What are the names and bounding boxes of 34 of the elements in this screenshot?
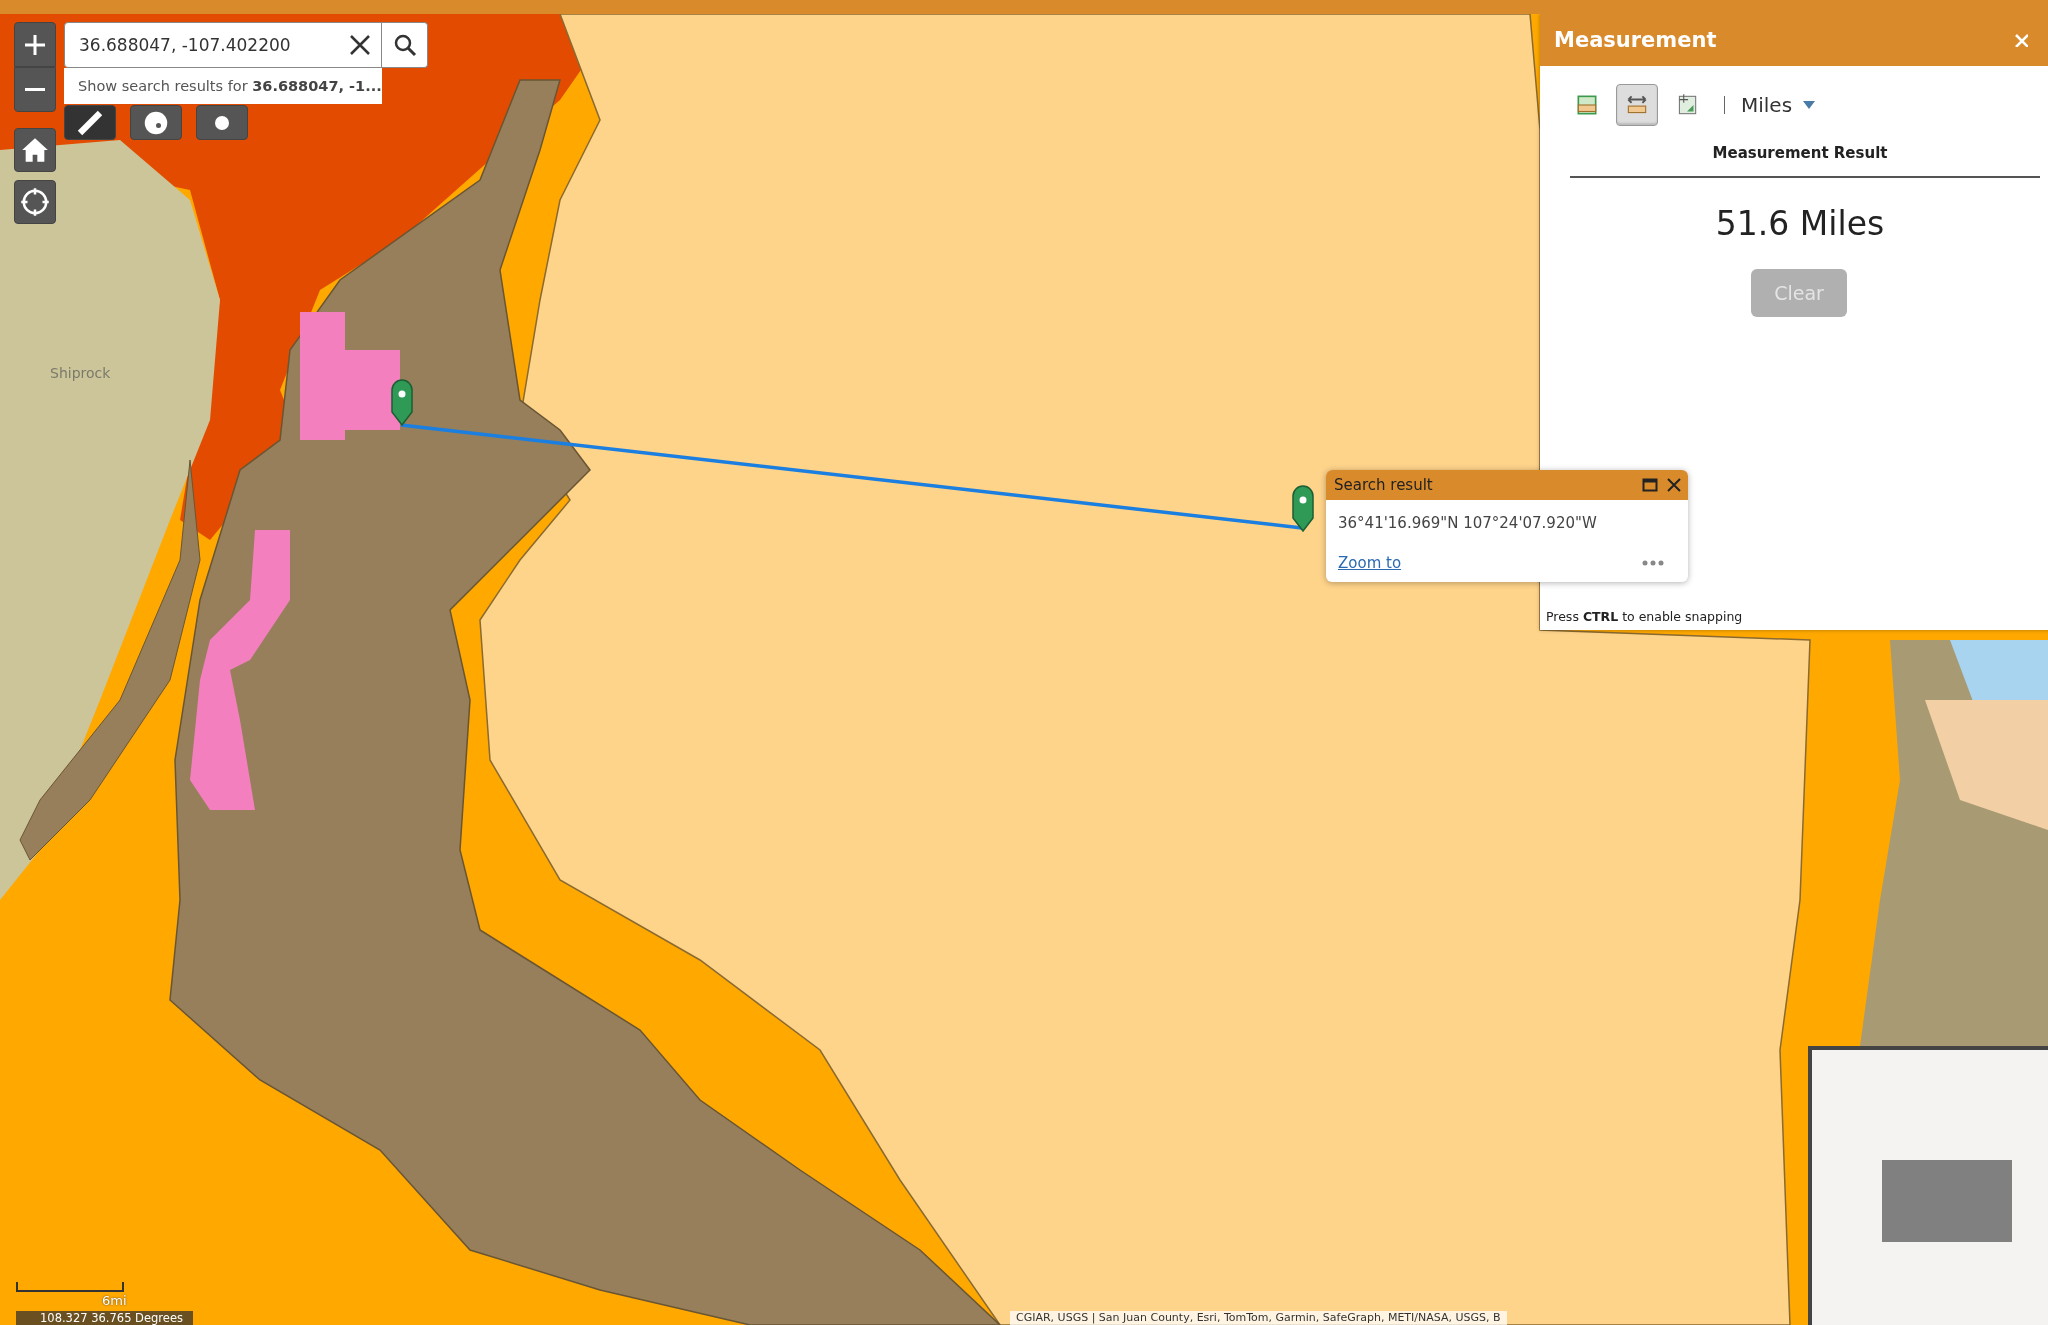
search-suggestion[interactable]: Show search results for 36.688047, -1... xyxy=(64,68,382,104)
crosshair-icon xyxy=(20,187,50,217)
zoom-to-link[interactable]: Zoom to xyxy=(1338,554,1402,572)
distance-measure-button[interactable] xyxy=(1616,84,1658,126)
map-attribution: CGIAR, USGS | San Juan County, Esri, TomTom, Garmin, SafeGraph, METI/NASA, USGS, B xyxy=(1010,1311,1507,1325)
basemap-button[interactable] xyxy=(130,105,182,140)
plus-icon xyxy=(23,32,47,57)
coordinate-readout: 108.327 36.765 Degrees xyxy=(16,1311,193,1325)
locate-button[interactable] xyxy=(14,180,56,224)
popup-coordinates: 36°41'16.969"N 107°24'07.920"W xyxy=(1337,513,1598,532)
measurement-result: 51.6 Miles xyxy=(1714,204,1886,243)
more-icon[interactable] xyxy=(1642,560,1664,566)
home-button[interactable] xyxy=(14,128,56,172)
search-field[interactable]: 36.688047, -107.402200 xyxy=(64,22,382,68)
zoom-in-button[interactable] xyxy=(14,22,56,67)
search-button[interactable] xyxy=(382,22,428,68)
panel-title: Measurement xyxy=(1554,28,1717,52)
result-heading: Measurement Result xyxy=(1711,144,1889,162)
popup-title: Search result xyxy=(1334,476,1433,494)
ruler-tool-button[interactable] xyxy=(64,105,116,140)
caret-icon xyxy=(1802,100,1817,110)
snapping-hint: Press CTRL to enable snapping xyxy=(1545,609,1744,624)
close-icon[interactable] xyxy=(1666,477,1682,493)
minus-icon xyxy=(25,88,45,91)
map-label: Shiprock xyxy=(50,365,111,381)
map-pin-icon xyxy=(391,379,413,426)
close-icon[interactable] xyxy=(350,35,370,55)
scale-label: 6mi xyxy=(102,1293,127,1308)
zoom-out-button[interactable] xyxy=(14,67,56,112)
maximize-icon[interactable] xyxy=(1642,477,1658,493)
home-icon xyxy=(21,136,49,164)
map-pin-icon xyxy=(1292,485,1314,532)
unit-dropdown[interactable]: Miles xyxy=(1741,93,1817,117)
search-icon xyxy=(392,33,417,57)
